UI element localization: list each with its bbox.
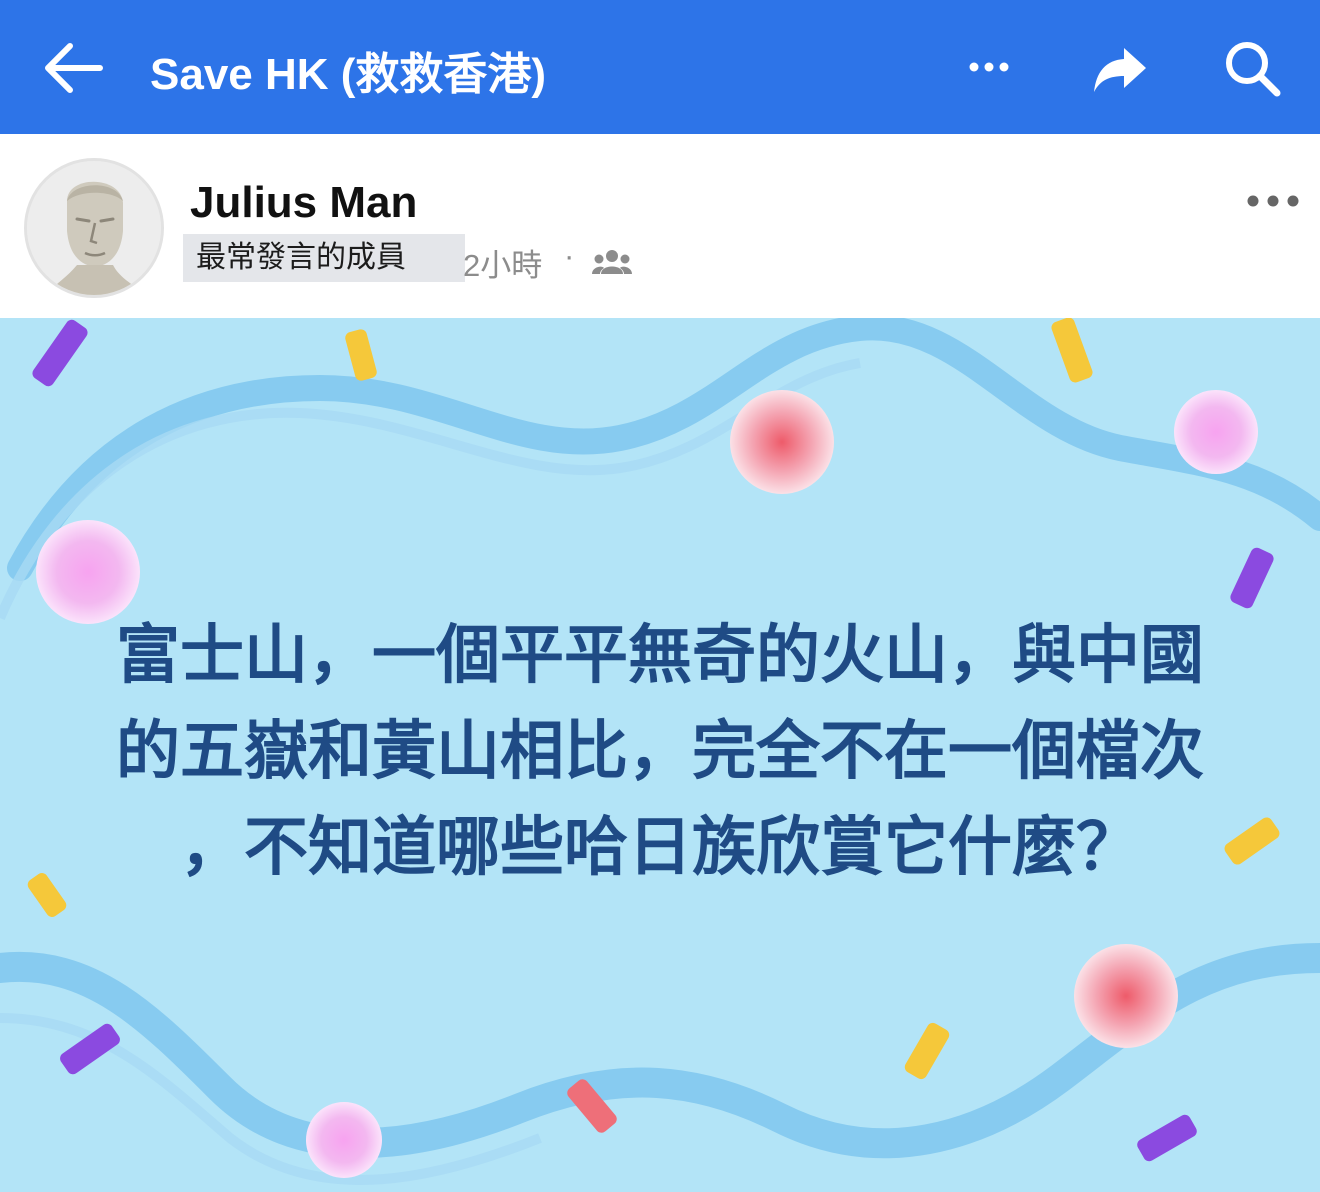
post-image[interactable]: 富士山，一個平平無奇的火山，與中國 的五嶽和黃山相比，完全不在一個檔次 ，不知道… [0,318,1320,1192]
member-badge: 最常發言的成員 [183,234,465,282]
group-title[interactable]: Save HK (救救香港) [150,38,546,102]
post-more-icon[interactable] [1244,186,1302,216]
share-arrow-icon[interactable] [1090,42,1150,98]
app-bar: Save HK (救救香港) [0,0,1320,134]
post-header: Julius Man 最常發言的成員 2小時 · [0,134,1320,318]
search-icon[interactable] [1222,38,1282,98]
post-image-text: 富士山，一個平平無奇的火山，與中國 的五嶽和黃山相比，完全不在一個檔次 ，不知道… [40,608,1280,896]
more-horizontal-icon[interactable] [966,52,1012,82]
post-text-line: 富士山，一個平平無奇的火山，與中國 [116,619,1204,693]
post-time[interactable]: 2小時 [463,240,542,285]
arrow-left-icon[interactable] [40,40,104,96]
group-members-icon [592,250,632,274]
bust-avatar-image [27,161,161,295]
author-name[interactable]: Julius Man [190,178,417,228]
meta-separator: · [564,238,575,273]
post-text-line: 的五嶽和黃山相比，完全不在一個檔次 [116,715,1204,789]
avatar[interactable] [24,158,164,298]
post-text-line: ，不知道哪些哈日族欣賞它什麼？ [180,811,1140,885]
